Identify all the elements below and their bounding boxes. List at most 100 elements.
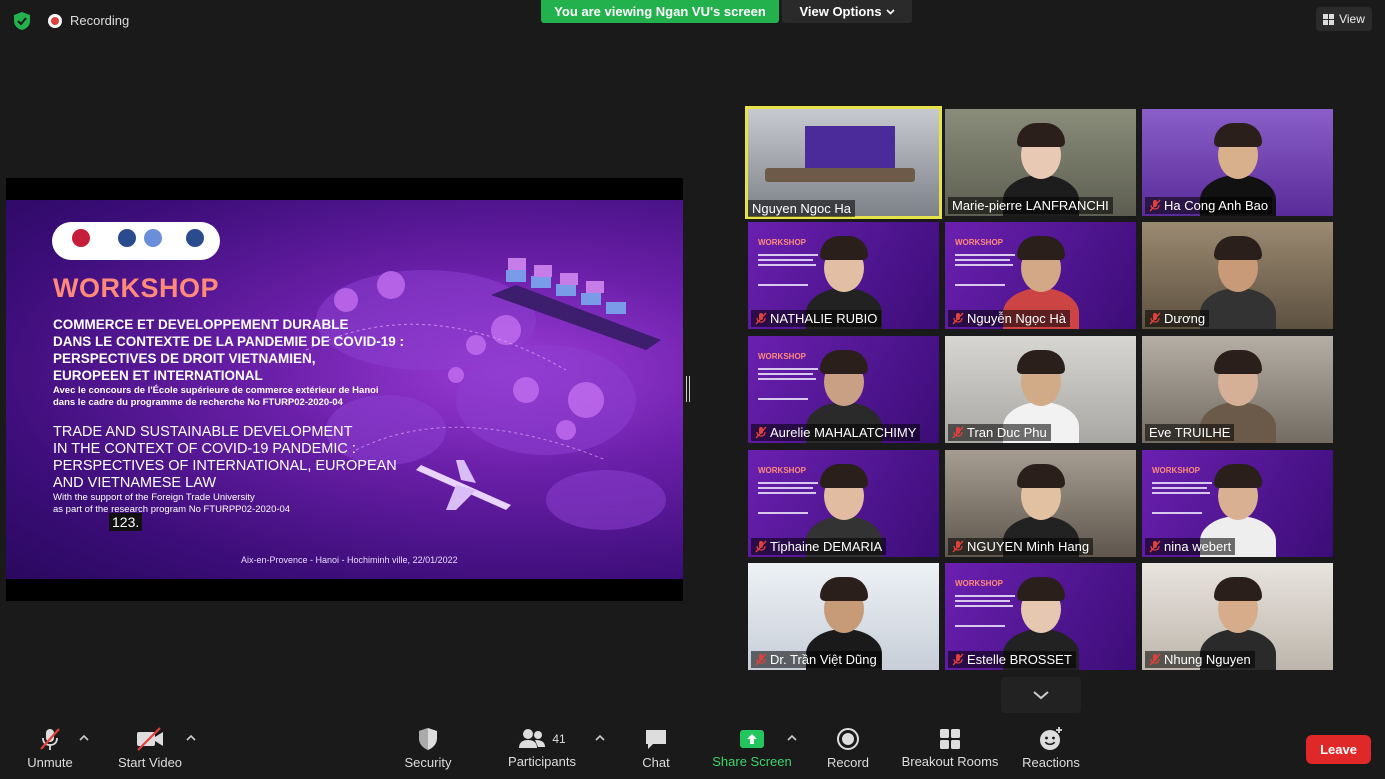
cargo-ship-graphic: [491, 258, 661, 350]
participant-tile[interactable]: Tran Duc Phu: [945, 336, 1136, 443]
participant-name: Aurelie MAHALATCHIMY: [751, 424, 921, 441]
video-camera-off-icon: [137, 726, 163, 751]
participant-tile[interactable]: WORKSHOP Tiphaine DEMARIA: [748, 450, 939, 557]
share-options-caret-icon[interactable]: [787, 733, 797, 743]
participant-name-text: Dr. Trần Việt Dũng: [770, 652, 877, 667]
participant-tile[interactable]: WORKSHOP NATHALIE RUBIO: [748, 222, 939, 329]
participant-hair: [1214, 236, 1262, 260]
leave-button[interactable]: Leave: [1306, 735, 1371, 764]
slide-thumbnail-line: [955, 600, 1010, 602]
slide-number: 123.: [109, 513, 143, 531]
shared-screen[interactable]: WORKSHOP COMMERCE ET DEVELOPPEMENT DURAB…: [6, 178, 683, 601]
participant-tile[interactable]: WORKSHOP Estelle BROSSET: [945, 563, 1136, 670]
reactions-button[interactable]: Reactions: [1019, 716, 1083, 779]
text-line: PERSPECTIVES OF INTERNATIONAL, EUROPEAN: [53, 458, 397, 474]
participant-hair: [1017, 577, 1065, 601]
text-line: Avec le concours de l'École supérieure d…: [53, 385, 379, 396]
muted-mic-icon: [755, 653, 767, 666]
muted-mic-icon: [1149, 653, 1161, 666]
participant-name-text: Nhung Nguyen: [1164, 652, 1251, 667]
muted-mic-icon: [952, 312, 964, 325]
slide-english-title: TRADE AND SUSTAINABLE DEVELOPMENT IN THE…: [53, 424, 433, 492]
participant-body: [1200, 288, 1276, 329]
slide-thumbnail-line: [955, 284, 1005, 286]
participant-tile[interactable]: Eve TRUILHE: [1142, 336, 1333, 443]
recording-icon: [48, 13, 62, 28]
participant-tile[interactable]: Nguyen Ngoc Ha: [745, 106, 942, 219]
participants-icon: [519, 728, 546, 748]
slide-thumbnail-line: [758, 368, 818, 370]
participant-name: Ha Cong Anh Bao: [1145, 197, 1273, 214]
participant-tile[interactable]: NGUYEN Minh Hang: [945, 450, 1136, 557]
participant-hair: [1214, 464, 1262, 488]
slide-thumbnail-text: WORKSHOP: [955, 579, 1003, 588]
share-screen-label: Share Screen: [712, 753, 792, 769]
participants-options-caret-icon[interactable]: [595, 733, 605, 743]
breakout-rooms-icon: [940, 728, 960, 749]
slide-thumbnail-line: [955, 259, 1010, 261]
participant-tile[interactable]: WORKSHOP nina webert: [1142, 450, 1333, 557]
participants-label: Participants: [508, 753, 576, 769]
slide-thumbnail-line: [1152, 492, 1210, 494]
slide-thumbnail-line: [758, 373, 813, 375]
slide-thumbnail-line: [758, 254, 818, 256]
slide-footer: Aix-en-Provence - Hanoi - Hochiminh vill…: [241, 555, 458, 565]
slide-thumbnail-text: WORKSHOP: [1152, 466, 1200, 475]
participant-name-text: Dương: [1164, 311, 1206, 326]
record-button[interactable]: Record: [822, 716, 874, 779]
start-video-button[interactable]: Start Video: [113, 716, 187, 779]
muted-mic-icon: [755, 540, 767, 553]
chevron-down-icon: [1033, 690, 1049, 699]
unmute-button[interactable]: Unmute: [24, 716, 76, 779]
breakout-rooms-button[interactable]: Breakout Rooms: [898, 716, 1002, 779]
chevron-down-icon: [885, 8, 895, 15]
slide-thumbnail-line: [758, 487, 813, 489]
participant-tile[interactable]: Dương: [1142, 222, 1333, 329]
slide-thumbnail-line: [1152, 487, 1207, 489]
shield-icon[interactable]: [11, 10, 33, 32]
participant-tile[interactable]: Marie-pierre LANFRANCHI: [945, 109, 1136, 216]
split-resize-handle[interactable]: [686, 376, 690, 402]
participant-name: Nguyen Ngoc Ha: [748, 200, 855, 217]
slide-thumbnail-line: [955, 605, 1013, 607]
muted-mic-icon: [1149, 199, 1161, 212]
text-line: DANS LE CONTEXTE DE LA PANDEMIE DE COVID…: [53, 334, 405, 349]
participant-tile[interactable]: WORKSHOP Aurelie MAHALATCHIMY: [748, 336, 939, 443]
participant-name: Tiphaine DEMARIA: [751, 538, 887, 555]
participants-button[interactable]: 41 Participants: [503, 716, 581, 779]
participant-tile[interactable]: WORKSHOP Nguyễn Ngọc Hà: [945, 222, 1136, 329]
participant-name: NGUYEN Minh Hang: [948, 538, 1094, 555]
slide-thumbnail-line: [1152, 512, 1202, 514]
participant-name: NATHALIE RUBIO: [751, 310, 882, 327]
security-shield-icon: [419, 727, 437, 750]
participant-hair: [1017, 236, 1065, 260]
participant-tile[interactable]: Ha Cong Anh Bao: [1142, 109, 1333, 216]
view-options-button[interactable]: View Options: [782, 0, 912, 23]
start-video-label: Start Video: [117, 754, 183, 770]
security-button[interactable]: Security: [401, 716, 455, 779]
participant-tile[interactable]: Nhung Nguyen: [1142, 563, 1333, 670]
next-page-button[interactable]: [1001, 677, 1081, 713]
participant-name-text: NATHALIE RUBIO: [770, 311, 878, 326]
participant-name: Eve TRUILHE: [1145, 424, 1235, 441]
muted-mic-icon: [1149, 312, 1161, 325]
participant-name: Dr. Trần Việt Dũng: [751, 651, 881, 668]
audio-options-caret-icon[interactable]: [79, 733, 89, 743]
slide-thumbnail-line: [758, 284, 808, 286]
participant-name-text: NGUYEN Minh Hang: [967, 539, 1090, 554]
record-label: Record: [827, 754, 869, 770]
recording-indicator[interactable]: Recording: [48, 13, 129, 28]
view-button[interactable]: View: [1316, 7, 1372, 31]
participants-count: 41: [552, 731, 566, 746]
participant-tile[interactable]: Dr. Trần Việt Dũng: [748, 563, 939, 670]
participants-icon-group: 41: [518, 727, 566, 751]
text-line: With the support of the Foreign Trade Un…: [53, 492, 255, 503]
meeting-toolbar: Unmute Start Video Security 41 Participa…: [0, 716, 1385, 779]
share-screen-button[interactable]: Share Screen: [711, 716, 793, 779]
slide-thumbnail-line: [955, 254, 1015, 256]
chat-button[interactable]: Chat: [634, 716, 678, 779]
participant-name-text: Eve TRUILHE: [1149, 425, 1231, 440]
video-options-caret-icon[interactable]: [186, 733, 196, 743]
record-icon: [837, 727, 859, 750]
participant-name: Nhung Nguyen: [1145, 651, 1255, 668]
